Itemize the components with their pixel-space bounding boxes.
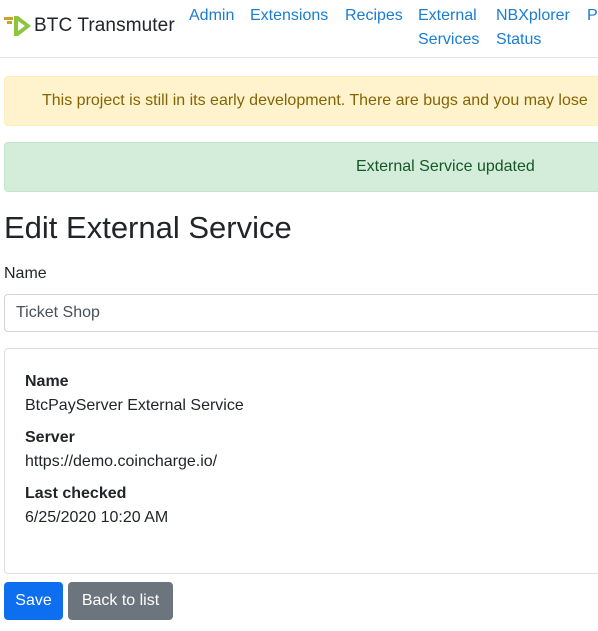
save-button[interactable]: Save (4, 582, 63, 620)
nav-item-nbxplorer-status-line1: NBXplorer (496, 7, 570, 24)
navbar: BTC Transmuter Admin Extensions Recipes … (0, 0, 598, 58)
nav-item-external-services-line2: Services (418, 31, 480, 48)
detail-name-label: Name (25, 373, 69, 390)
detail-last-checked-label: Last checked (25, 485, 127, 502)
nav-item-external-services-line1: External (418, 7, 477, 24)
detail-server-label: Server (25, 429, 75, 446)
detail-name-value: BtcPayServer External Service (25, 397, 244, 414)
back-to-list-button[interactable]: Back to list (68, 582, 173, 620)
brand-link[interactable]: BTC Transmuter (4, 10, 175, 42)
nav-item-nbxplorer-status-line2: Status (496, 31, 542, 48)
btc-transmuter-logo-icon (4, 16, 31, 36)
nav-item-nbxplorer-status[interactable]: NBXplorer Status (496, 4, 570, 52)
nav-item-truncated[interactable]: Pr (587, 4, 598, 28)
name-field-label: Name (4, 265, 47, 282)
warning-alert: This project is still in its early devel… (4, 76, 598, 126)
detail-server-value: https://demo.coincharge.io/ (25, 453, 218, 470)
brand-name: BTC Transmuter (34, 15, 175, 36)
nav-item-admin[interactable]: Admin (189, 4, 234, 28)
nav-item-external-services[interactable]: External Services (418, 4, 479, 52)
page-title: Edit External Service (4, 210, 292, 245)
success-alert: External Service updated (4, 142, 598, 192)
detail-last-checked-value: 6/25/2020 10:20 AM (25, 509, 169, 526)
service-details-card: Name BtcPayServer External Service Serve… (4, 348, 598, 574)
nav-item-recipes[interactable]: Recipes (345, 4, 403, 28)
name-input[interactable] (4, 294, 598, 332)
nav-item-extensions[interactable]: Extensions (250, 4, 328, 28)
